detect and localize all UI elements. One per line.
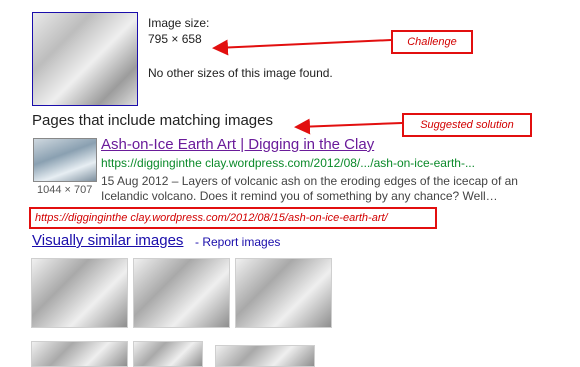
suggested-solution-annotation: Suggested solution: [402, 113, 532, 137]
report-images-link[interactable]: - Report images: [195, 235, 280, 249]
pages-section-title: Pages that include matching images: [32, 112, 273, 129]
result-url: https://digginginthe clay.wordpress.com/…: [101, 156, 475, 170]
full-url-annotation: https://digginginthe clay.wordpress.com/…: [29, 207, 437, 229]
similar-image-2[interactable]: [133, 258, 230, 328]
similar-image-6[interactable]: [215, 345, 315, 367]
no-other-sizes-text: No other sizes of this image found.: [148, 66, 333, 80]
image-size-label: Image size:: [148, 16, 210, 30]
similar-image-4[interactable]: [31, 341, 128, 367]
result-thumbnail[interactable]: [33, 138, 97, 182]
challenge-arrow: [212, 39, 392, 56]
result-title-link[interactable]: Ash-on-Ice Earth Art | Digging in the Cl…: [101, 136, 374, 153]
image-size-value: 795 × 658: [148, 32, 202, 46]
similar-image-3[interactable]: [235, 258, 332, 328]
query-image-thumbnail[interactable]: [32, 12, 138, 106]
result-thumbnail-dimensions: 1044 × 707: [37, 184, 93, 196]
result-snippet: 15 Aug 2012 – Layers of volcanic ash on …: [101, 174, 518, 203]
suggested-solution-arrow: [294, 118, 403, 135]
visually-similar-link[interactable]: Visually similar images: [32, 232, 183, 249]
similar-image-1[interactable]: [31, 258, 128, 328]
similar-image-5[interactable]: [133, 341, 203, 367]
challenge-annotation: Challenge: [391, 30, 473, 54]
